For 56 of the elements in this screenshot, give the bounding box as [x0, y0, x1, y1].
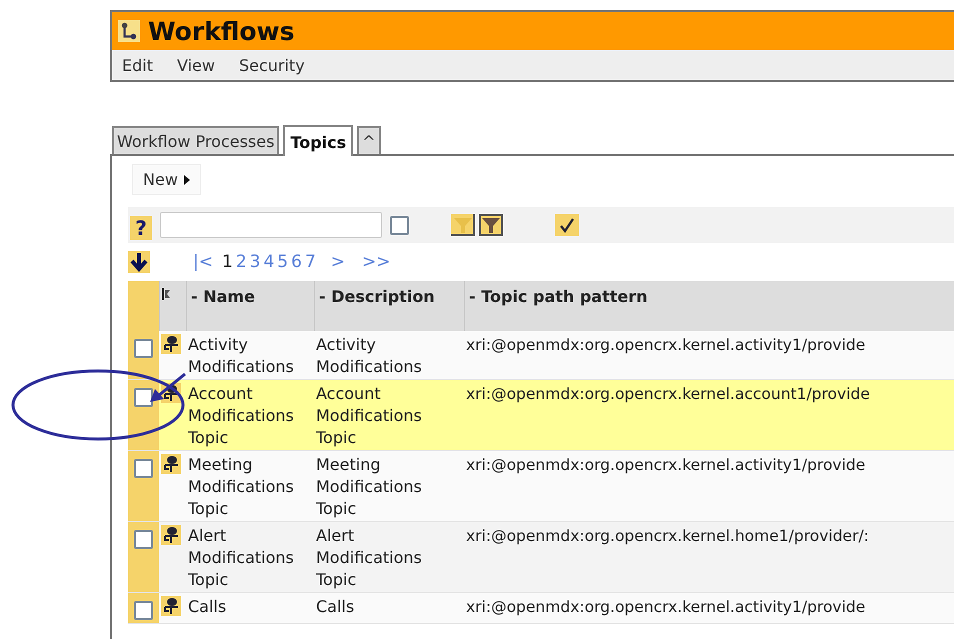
- filter-icon[interactable]: [451, 214, 475, 236]
- table-cell: Meeting Modifications Topic: [188, 455, 294, 518]
- table-cell: Activity Modifications: [188, 335, 294, 376]
- table-cell: xri:@openmdx:org.opencrx.kernel.activity1/provide: [466, 456, 866, 474]
- table-cell: Account Modifications Topic: [316, 384, 422, 447]
- table-cell: Meeting Modifications Topic: [316, 455, 422, 518]
- column-header[interactable]: - Topic path pattern: [464, 281, 954, 331]
- table-cell: Account Modifications Topic: [188, 384, 294, 447]
- last-page-link[interactable]: >>: [362, 252, 391, 272]
- page-link[interactable]: 4: [263, 252, 274, 272]
- filter-icon[interactable]: [479, 214, 503, 236]
- menu-item[interactable]: View: [176, 56, 215, 74]
- table-cell: xri:@openmdx:org.opencrx.kernel.home1/provider/:: [466, 527, 869, 545]
- annotation-arrow: [150, 372, 186, 402]
- first-page-link[interactable]: |<: [193, 252, 213, 272]
- page-link[interactable]: 3: [250, 252, 260, 272]
- page-link[interactable]: 7: [304, 252, 316, 272]
- table-cell: Alert Modifications Topic: [316, 526, 422, 589]
- column-icon: [162, 288, 172, 300]
- row-checkbox[interactable]: [134, 339, 153, 358]
- page-link[interactable]: 6: [291, 252, 302, 272]
- menu-item[interactable]: Edit: [122, 56, 153, 74]
- row-checkbox[interactable]: [134, 601, 153, 620]
- tab[interactable]: Workflow Processes: [112, 126, 280, 154]
- workflow-icon: [118, 20, 140, 42]
- caret-icon: [184, 174, 190, 184]
- help-button[interactable]: ?: [130, 216, 152, 240]
- search-field[interactable]: [160, 212, 382, 238]
- topic-icon[interactable]: [161, 454, 181, 474]
- column-header[interactable]: - Description: [314, 281, 464, 331]
- topic-icon[interactable]: [161, 596, 181, 616]
- tab[interactable]: ^: [357, 126, 381, 154]
- topic-icon[interactable]: [161, 334, 181, 354]
- column-header[interactable]: - Name: [186, 281, 314, 331]
- tab[interactable]: Topics: [283, 125, 354, 156]
- page-link[interactable]: 5: [277, 252, 288, 272]
- menu-item[interactable]: Security: [238, 56, 305, 74]
- arrow-down-icon[interactable]: [128, 251, 150, 273]
- row-checkbox[interactable]: [134, 530, 153, 549]
- page-link[interactable]: 2: [236, 252, 247, 272]
- table-cell: Activity Modifications: [316, 335, 422, 376]
- checkbox[interactable]: [390, 216, 409, 234]
- row-checkbox[interactable]: [134, 388, 153, 407]
- check-icon[interactable]: [555, 214, 579, 236]
- next-page-link[interactable]: >: [330, 252, 346, 272]
- new-button[interactable]: New: [132, 164, 201, 195]
- topic-icon[interactable]: [161, 525, 181, 545]
- table-cell: Calls: [316, 597, 354, 616]
- window-title: Workflows: [148, 16, 294, 46]
- table-cell: xri:@openmdx:org.opencrx.kernel.account1/provide: [466, 385, 870, 403]
- table-cell: xri:@openmdx:org.opencrx.kernel.activity1/provide: [466, 336, 866, 354]
- row-checkbox[interactable]: [134, 459, 153, 478]
- page-link[interactable]: 1: [222, 252, 233, 272]
- table-cell: Alert Modifications Topic: [188, 526, 294, 589]
- table-cell: xri:@openmdx:org.opencrx.kernel.activity1/provide: [466, 598, 866, 616]
- table-cell: Calls: [188, 597, 226, 616]
